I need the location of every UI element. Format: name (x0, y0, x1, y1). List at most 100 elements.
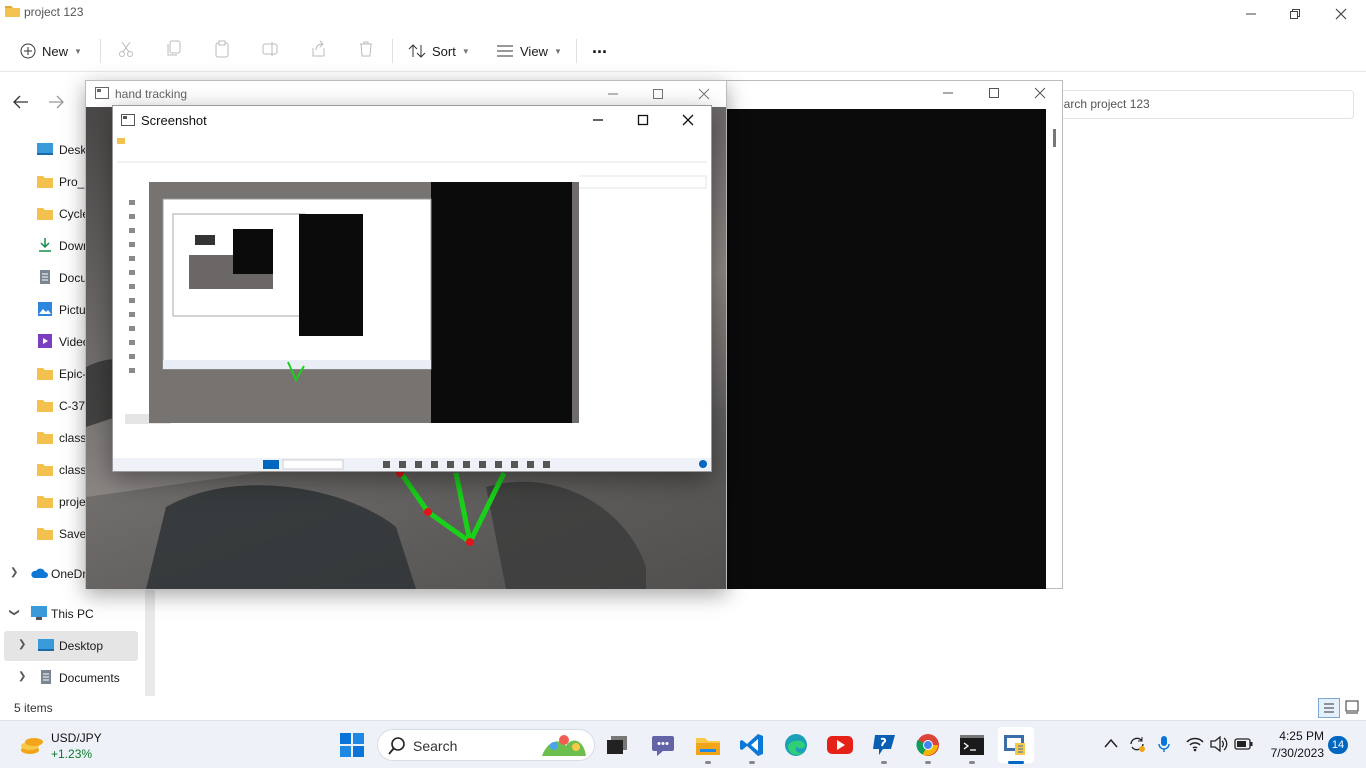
more-options-button[interactable]: ... (592, 33, 607, 61)
task-view-button[interactable] (599, 727, 635, 763)
view-label: View (520, 43, 548, 59)
taskbar-search-input[interactable]: Search (377, 729, 595, 761)
back-arrow-icon[interactable] (13, 95, 29, 109)
microphone-icon[interactable] (1157, 735, 1171, 753)
desktop-icon (37, 142, 53, 156)
tiles-view-icon[interactable] (1342, 698, 1364, 718)
maximize-button[interactable] (635, 81, 681, 107)
nested-desktop-capture (113, 134, 711, 471)
sidebar-item-desktop-thispc[interactable]: ❯ Desktop (4, 631, 138, 661)
youtube-icon (827, 736, 853, 754)
desktop-icon (38, 638, 54, 652)
cut-icon[interactable] (118, 40, 134, 58)
search-input[interactable]: earch project 123 (1056, 90, 1354, 119)
minimize-button[interactable] (575, 106, 621, 134)
notification-badge[interactable]: 14 (1328, 736, 1348, 754)
close-button[interactable] (1318, 0, 1364, 28)
download-icon (37, 238, 53, 252)
new-button[interactable]: New ▼ (20, 37, 82, 65)
pictures-icon (37, 302, 53, 316)
battery-icon[interactable] (1234, 738, 1254, 750)
terminal-icon (960, 735, 984, 755)
chevron-up-icon[interactable] (1104, 738, 1118, 748)
chevron-right-icon[interactable]: ❯ (10, 567, 18, 578)
currency-icon (20, 734, 44, 758)
document-icon (37, 270, 53, 284)
folder-icon (37, 174, 53, 188)
delete-icon[interactable] (358, 40, 374, 58)
start-button[interactable] (334, 727, 370, 763)
minimize-button[interactable] (925, 81, 971, 105)
chevron-down-icon: ▼ (74, 46, 82, 56)
close-button[interactable] (665, 106, 711, 134)
taskbar-search-label: Search (413, 738, 458, 754)
sidebar-scrollbar[interactable] (145, 590, 155, 696)
restore-button[interactable] (1272, 0, 1318, 28)
sort-icon (408, 43, 426, 59)
sidebar-item-this-pc[interactable]: ❯ This PC (0, 599, 140, 629)
details-view-icon[interactable] (1318, 698, 1340, 718)
window-app-icon (95, 87, 109, 99)
minimize-button[interactable] (1228, 0, 1274, 28)
maximize-button[interactable] (971, 81, 1017, 105)
widgets-button[interactable]: USD/JPY +1.23% (14, 729, 124, 763)
taskbar: USD/JPY +1.23% Search 4:25 PM 7/30/2023 … (0, 720, 1366, 768)
sidebar-item-documents-thispc[interactable]: ❯ Documents (0, 663, 140, 693)
vscode-icon (740, 734, 763, 756)
folder-icon (37, 494, 53, 508)
folder-icon (37, 206, 53, 220)
terminal-app-button[interactable] (954, 727, 990, 764)
minimize-button[interactable] (590, 81, 636, 107)
volume-icon[interactable] (1210, 736, 1228, 752)
edge-app-button[interactable] (778, 727, 814, 763)
maximize-button[interactable] (620, 106, 666, 134)
folder-icon (4, 3, 21, 18)
hand-tracking-title: hand tracking (115, 87, 188, 101)
quick-assist-app-button[interactable] (866, 727, 902, 764)
clock-date[interactable]: 7/30/2023 (1266, 746, 1324, 760)
sort-button[interactable]: Sort ▼ (408, 37, 470, 65)
task-view-icon (607, 736, 627, 754)
paste-icon[interactable] (214, 40, 230, 58)
chat-app-button[interactable] (645, 727, 681, 763)
folder-icon (37, 462, 53, 476)
ticker-pair: USD/JPY (51, 731, 102, 745)
screenshot-titlebar[interactable]: Screenshot (113, 106, 711, 134)
quick-assist-icon (873, 735, 895, 755)
chrome-app-button[interactable] (910, 727, 946, 764)
wifi-icon[interactable] (1186, 736, 1204, 752)
chevron-down-icon[interactable]: ❯ (9, 608, 20, 616)
edge-icon (785, 734, 807, 756)
chevron-right-icon[interactable]: ❯ (18, 671, 26, 682)
black-video-area (727, 109, 1046, 589)
scrollbar-thumb[interactable] (1053, 129, 1056, 147)
toolbar-divider (100, 39, 101, 63)
chevron-right-icon[interactable]: ❯ (18, 639, 26, 650)
clock-time[interactable]: 4:25 PM (1278, 729, 1324, 743)
sync-icon[interactable] (1128, 735, 1146, 753)
hand-tracking-titlebar[interactable]: hand tracking (86, 81, 726, 107)
close-button[interactable] (1017, 81, 1063, 105)
close-button[interactable] (681, 81, 727, 107)
python-app-button[interactable] (998, 727, 1034, 764)
running-indicator (925, 761, 931, 764)
youtube-app-button[interactable] (822, 727, 858, 763)
share-icon[interactable] (310, 40, 326, 58)
document-icon (38, 670, 54, 684)
copy-icon[interactable] (166, 40, 182, 58)
status-item-count: 5 items (14, 701, 53, 715)
search-highlight-icon (540, 732, 588, 758)
toolbar-divider (576, 39, 577, 63)
toolbar-divider (392, 39, 393, 63)
computer-icon (30, 606, 47, 620)
rename-icon[interactable] (262, 40, 278, 58)
forward-arrow-icon[interactable] (48, 95, 64, 109)
chevron-down-icon: ▼ (461, 46, 470, 56)
explorer-titlebar[interactable]: project 123 (0, 0, 1366, 28)
view-button[interactable]: View ▼ (496, 37, 562, 65)
file-explorer-app-button[interactable] (690, 727, 726, 764)
chat-icon (652, 736, 674, 756)
windows-icon (340, 733, 364, 757)
vscode-app-button[interactable] (734, 727, 770, 764)
running-indicator (749, 761, 755, 764)
